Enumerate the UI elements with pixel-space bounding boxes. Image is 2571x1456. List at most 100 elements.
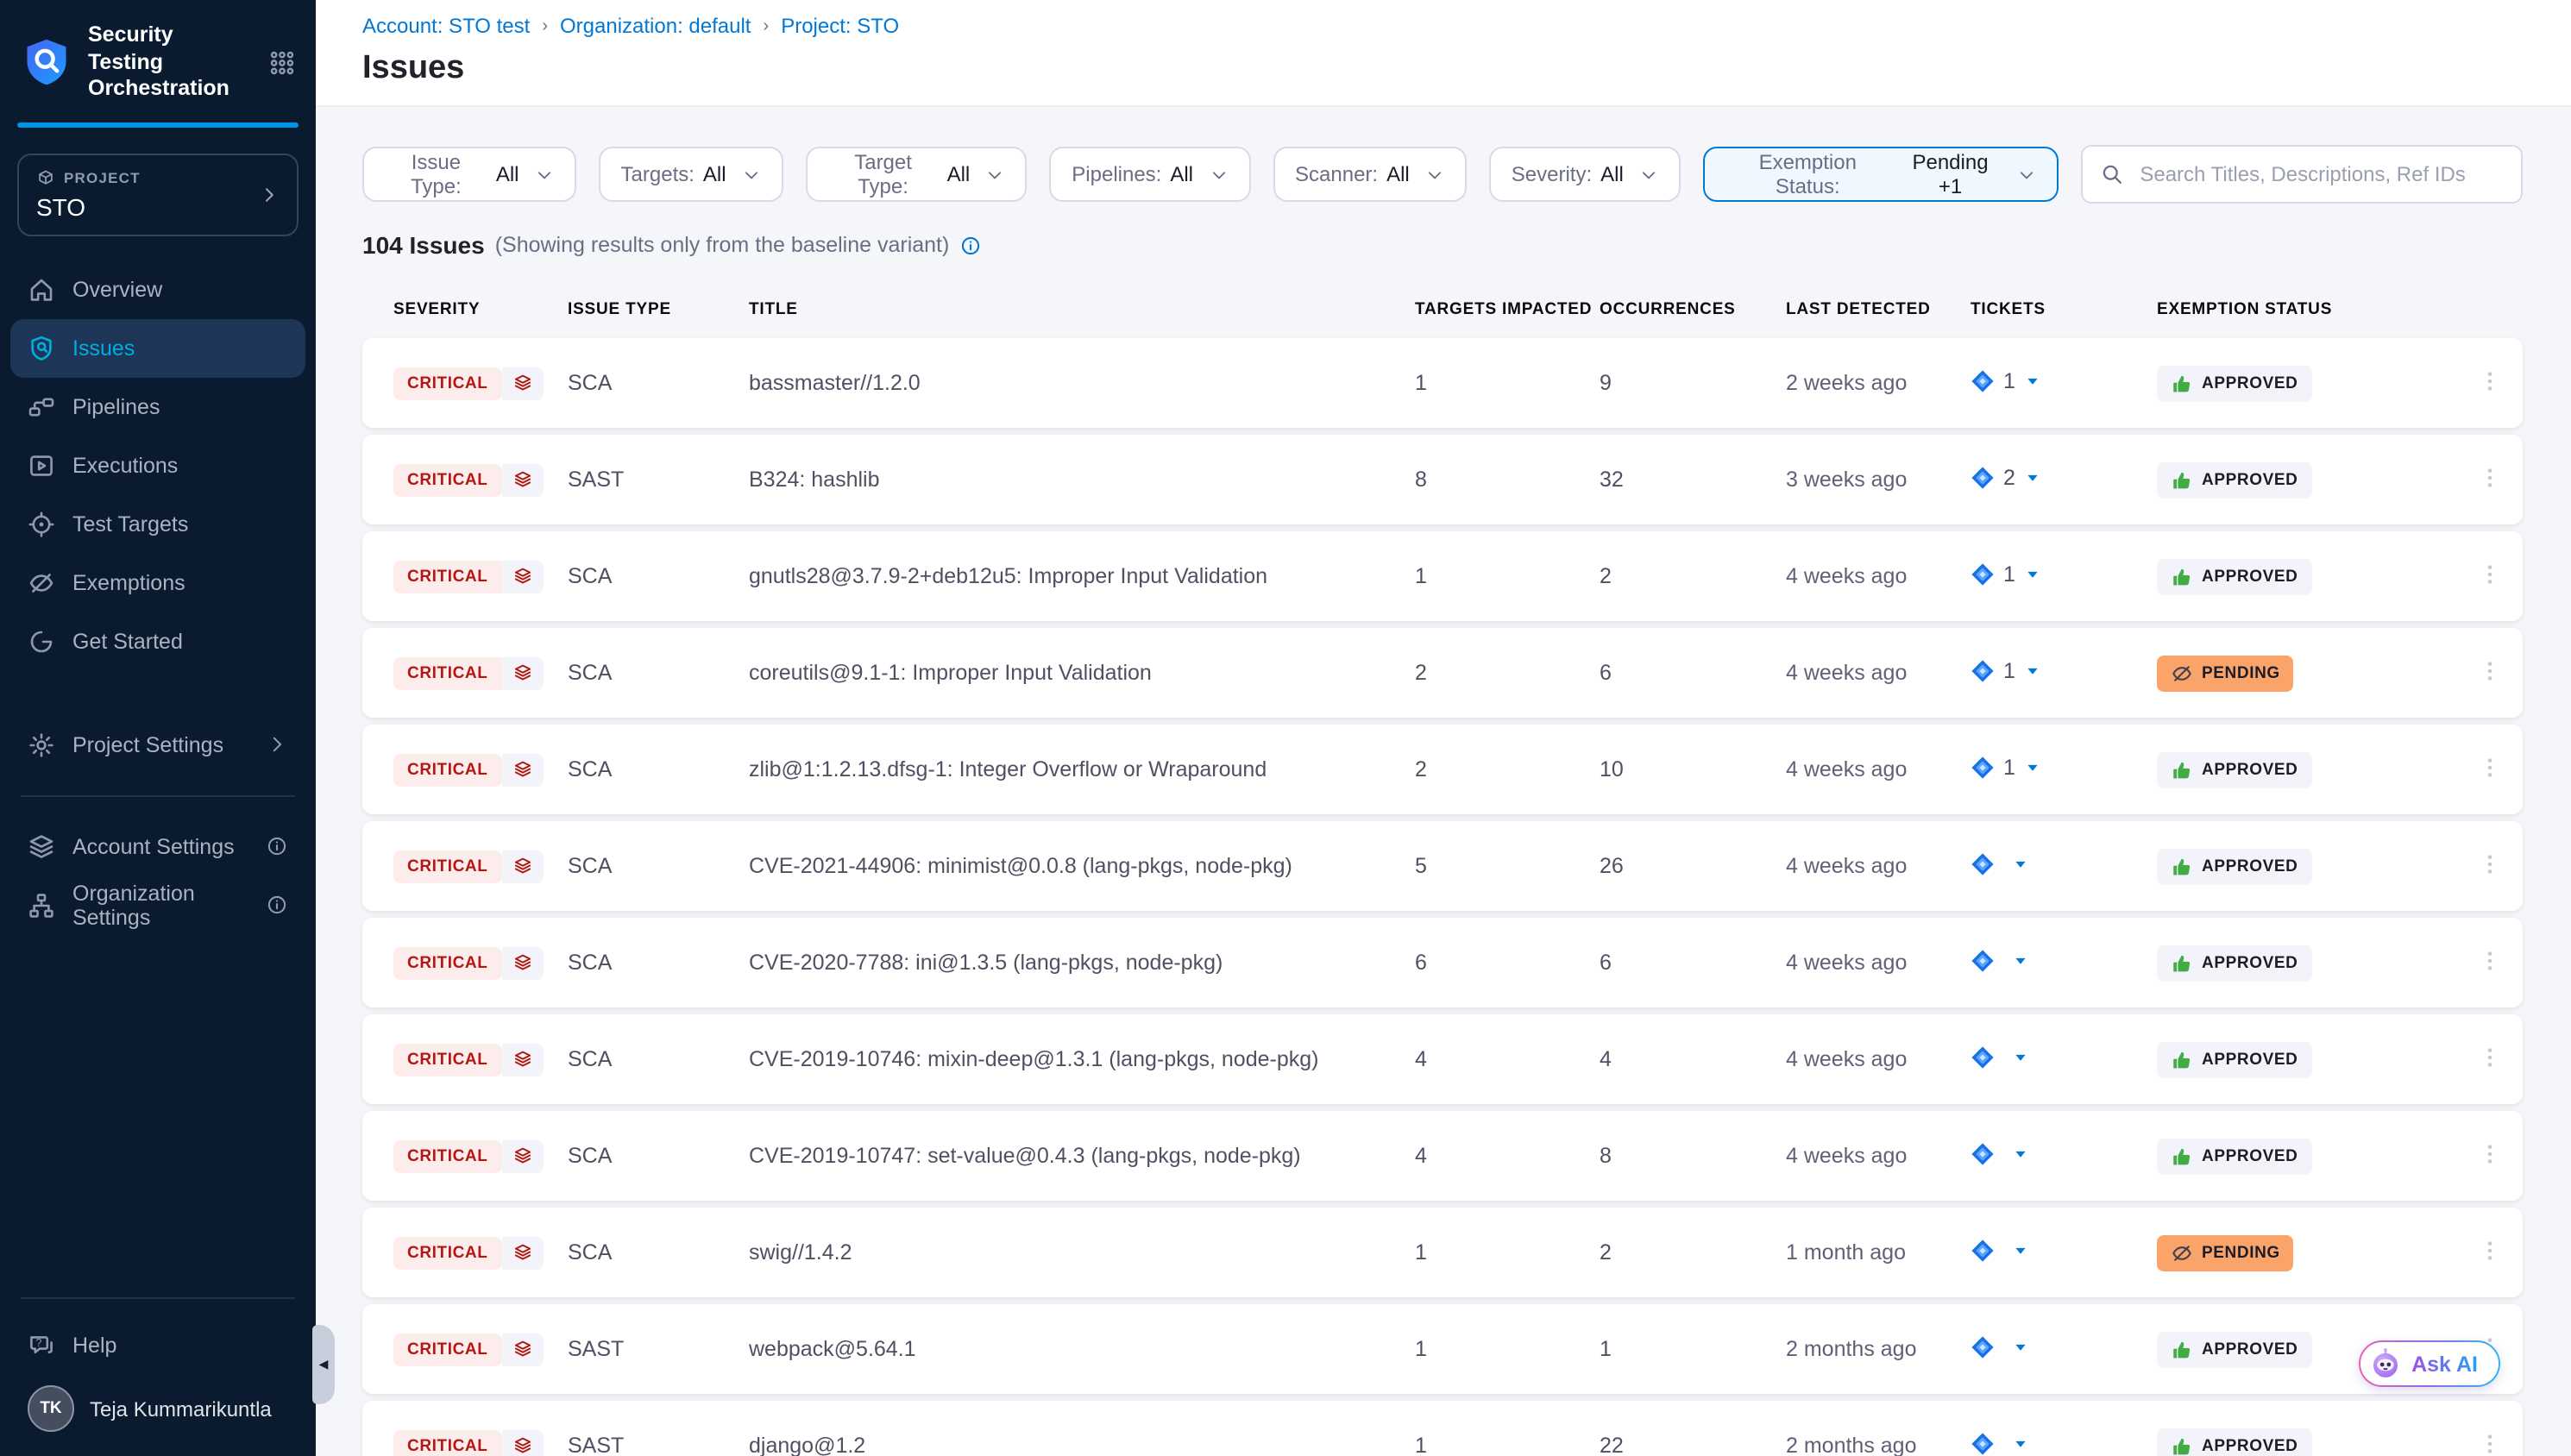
targets-impacted-value: 2 <box>1415 661 1600 685</box>
grouped-issues-segment <box>501 1333 543 1365</box>
occurrences-value: 2 <box>1600 564 1786 588</box>
info-icon[interactable] <box>266 894 288 917</box>
ticket-dropdown[interactable]: 1 <box>1971 658 2041 682</box>
ticket-dropdown[interactable] <box>1971 948 2029 972</box>
issue-row[interactable]: CRITICAL SCA CVE-2019-10746: mixin-deep@… <box>362 1014 2523 1104</box>
col-header-exemption-status: EXEMPTION STATUS <box>2157 299 2454 318</box>
help-chat-icon: ? <box>28 1332 55 1359</box>
sidebar-item-label: Organization Settings <box>72 882 248 930</box>
issue-type: SCA <box>568 1047 749 1071</box>
kebab-menu-icon[interactable] <box>2478 656 2502 684</box>
project-selector[interactable]: PROJECT STO <box>17 154 299 236</box>
page-title: Issues <box>362 50 2523 88</box>
severity-badge: CRITICAL <box>393 560 501 593</box>
kebab-menu-icon[interactable] <box>2478 367 2502 394</box>
ask-ai-button[interactable]: Ask AI <box>2358 1340 2500 1387</box>
ticket-dropdown[interactable] <box>1971 1334 2029 1359</box>
issue-row[interactable]: CRITICAL SCA CVE-2020-7788: ini@1.3.5 (l… <box>362 918 2523 1007</box>
help-label: Help <box>72 1334 116 1358</box>
filter-issue-type[interactable]: Issue Type: All <box>362 147 576 202</box>
jira-icon <box>1971 465 1995 489</box>
sidebar-item-test-targets[interactable]: Test Targets <box>10 495 305 554</box>
sidebar-item-help[interactable]: ? Help <box>10 1316 305 1375</box>
chevron-down-icon <box>742 165 761 184</box>
filter-targets[interactable]: Targets: All <box>599 147 783 202</box>
ticket-dropdown[interactable] <box>1971 1238 2029 1262</box>
exemption-status-badge: APPROVED <box>2157 1041 2311 1077</box>
jira-icon <box>1971 1431 1995 1455</box>
filter-scanner[interactable]: Scanner: All <box>1273 147 1467 202</box>
issue-row[interactable]: CRITICAL SCA swig//1.4.2 1 2 1 month ago… <box>362 1208 2523 1297</box>
last-detected-value: 2 weeks ago <box>1786 371 1971 395</box>
sidebar-item-organization-settings[interactable]: Organization Settings <box>10 876 305 935</box>
kebab-menu-icon[interactable] <box>2478 463 2502 491</box>
app-logo-shield-icon <box>21 37 72 89</box>
sidebar-item-exemptions[interactable]: Exemptions <box>10 554 305 612</box>
sidebar-collapse-handle[interactable]: ◀ <box>312 1325 335 1404</box>
kebab-menu-icon[interactable] <box>2478 946 2502 974</box>
occurrences-value: 32 <box>1600 468 1786 492</box>
ticket-dropdown[interactable] <box>1971 1045 2029 1069</box>
kebab-menu-icon[interactable] <box>2478 1043 2502 1070</box>
ticket-dropdown[interactable] <box>1971 851 2029 875</box>
ticket-count: 1 <box>2003 755 2015 779</box>
issue-row[interactable]: CRITICAL SCA CVE-2019-10747: set-value@0… <box>362 1111 2523 1201</box>
sidebar-item-executions[interactable]: Executions <box>10 436 305 495</box>
info-icon[interactable] <box>266 836 288 858</box>
filter-target-type[interactable]: Target Type: All <box>806 147 1028 202</box>
issue-row[interactable]: CRITICAL SAST B324: hashlib 8 32 3 weeks… <box>362 435 2523 524</box>
kebab-menu-icon[interactable] <box>2478 850 2502 877</box>
filter-value: All <box>1600 162 1624 186</box>
occurrences-value: 10 <box>1600 757 1786 781</box>
filter-value: All <box>703 162 726 186</box>
caret-down-icon <box>2012 1145 2029 1162</box>
search-input[interactable] <box>2136 160 2504 188</box>
info-icon[interactable] <box>959 234 982 256</box>
col-header-severity: SEVERITY <box>393 299 568 318</box>
sidebar-item-overview[interactable]: Overview <box>10 260 305 319</box>
ticket-dropdown[interactable]: 1 <box>1971 562 2041 586</box>
ticket-dropdown[interactable]: 2 <box>1971 465 2041 489</box>
kebab-menu-icon[interactable] <box>2478 1429 2502 1456</box>
col-header-occurrences: OCCURRENCES <box>1600 299 1786 318</box>
occurrences-value: 4 <box>1600 1047 1786 1071</box>
breadcrumb-project-link[interactable]: Project: STO <box>781 14 899 38</box>
ticket-dropdown[interactable]: 1 <box>1971 368 2041 392</box>
issue-row[interactable]: CRITICAL SAST webpack@5.64.1 1 1 2 month… <box>362 1304 2523 1394</box>
issue-row[interactable]: CRITICAL SCA gnutls28@3.7.9-2+deb12u5: I… <box>362 531 2523 621</box>
filter-severity[interactable]: Severity: All <box>1489 147 1681 202</box>
filter-pipelines[interactable]: Pipelines: All <box>1049 147 1250 202</box>
breadcrumb-account-link[interactable]: Account: STO test <box>362 14 530 38</box>
issue-title: CVE-2020-7788: ini@1.3.5 (lang-pkgs, nod… <box>749 951 1415 975</box>
filter-label: Target Type: <box>828 150 939 198</box>
issue-row[interactable]: CRITICAL SCA CVE-2021-44906: minimist@0.… <box>362 821 2523 911</box>
targets-impacted-value: 2 <box>1415 757 1600 781</box>
grouped-issues-segment <box>501 850 543 882</box>
ticket-dropdown[interactable] <box>1971 1431 2029 1455</box>
kebab-menu-icon[interactable] <box>2478 753 2502 781</box>
issue-row[interactable]: CRITICAL SCA bassmaster//1.2.0 1 9 2 wee… <box>362 338 2523 428</box>
grouped-issues-segment <box>501 1139 543 1172</box>
kebab-menu-icon[interactable] <box>2478 1236 2502 1264</box>
executions-icon <box>28 452 55 480</box>
sidebar-item-issues[interactable]: Issues <box>10 319 305 378</box>
issue-row[interactable]: CRITICAL SCA zlib@1:1.2.13.dfsg-1: Integ… <box>362 725 2523 814</box>
sidebar-item-get-started[interactable]: Get Started <box>10 612 305 671</box>
ticket-dropdown[interactable]: 1 <box>1971 755 2041 779</box>
last-detected-value: 4 weeks ago <box>1786 564 1971 588</box>
issue-row[interactable]: CRITICAL SCA coreutils@9.1-1: Improper I… <box>362 628 2523 718</box>
layers-icon <box>512 1242 532 1263</box>
kebab-menu-icon[interactable] <box>2478 560 2502 587</box>
sidebar-item-account-settings[interactable]: Account Settings <box>10 818 305 876</box>
kebab-menu-icon[interactable] <box>2478 1139 2502 1167</box>
filter-exemption-status[interactable]: Exemption Status: Pending +1 <box>1703 147 2059 202</box>
layers-icon <box>512 759 532 780</box>
ticket-dropdown[interactable] <box>1971 1141 2029 1165</box>
thumbs-up-icon <box>2171 1338 2193 1360</box>
user-menu[interactable]: TK Teja Kummarikuntla <box>10 1375 305 1439</box>
issue-row[interactable]: CRITICAL SAST django@1.2 1 22 2 months a… <box>362 1401 2523 1456</box>
sidebar-item-pipelines[interactable]: Pipelines <box>10 378 305 436</box>
sidebar-item-project-settings[interactable]: Project Settings <box>10 716 305 775</box>
breadcrumb-organization-link[interactable]: Organization: default <box>560 14 751 38</box>
module-grid-icon[interactable] <box>269 50 295 76</box>
